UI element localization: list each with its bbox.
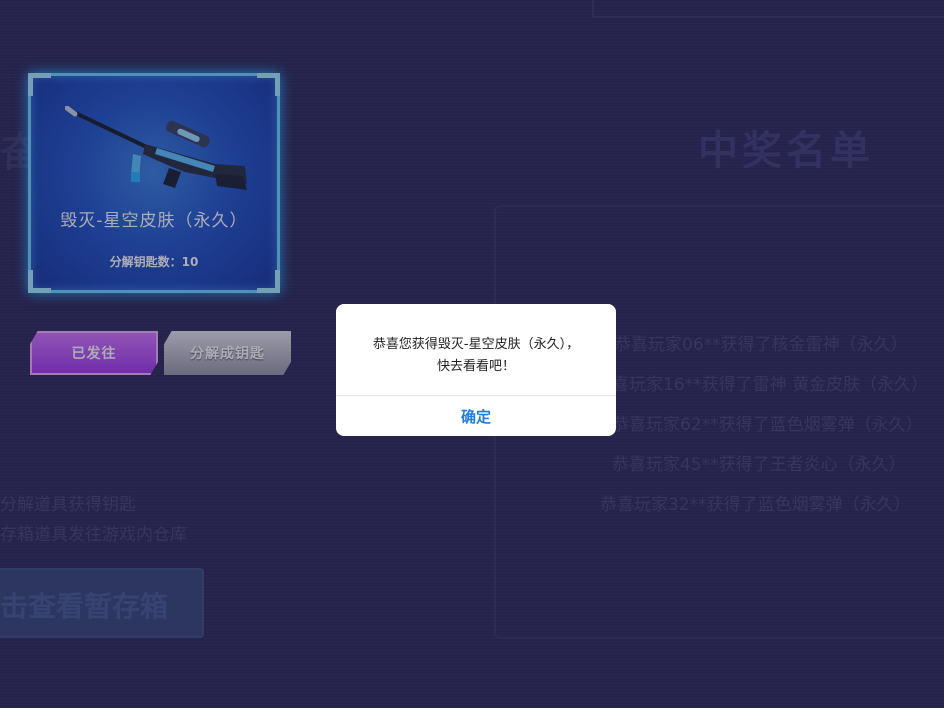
card-corner [257, 73, 280, 96]
prize-item-name: 毁灭-星空皮肤（永久） [60, 211, 248, 231]
dialog-message-line1: 恭喜您获得毁灭-星空皮肤（永久）， [372, 337, 580, 352]
winner-row: 恭喜玩家45**获得了王者炎心（永久） [612, 455, 906, 475]
dialog-message-line2: 快去看看吧！ [436, 359, 515, 374]
winner-row: 恭喜玩家06**获得了核金雷神（永久） [614, 335, 908, 355]
winner-row: 恭喜玩家32**获得了蓝色烟雾弹（永久） [600, 495, 911, 515]
sent-button[interactable]: 已发往 [30, 331, 158, 375]
sniper-rifle-icon [65, 106, 247, 190]
winner-row: 恭喜玩家62**获得了蓝色烟雾弹（永久） [612, 415, 923, 435]
prize-card: 毁灭-星空皮肤（永久） 分解钥匙数：10 [28, 73, 280, 293]
rule-line: 存箱道具发往游戏内仓库 [0, 525, 187, 545]
view-storage-label: 击查看暂存箱 [0, 590, 169, 623]
winner-list-title: 中奖名单 [698, 128, 874, 174]
card-corner [257, 270, 280, 293]
top-frame [592, 0, 944, 18]
ok-button[interactable]: 确定 [336, 396, 616, 436]
rule-line: 分解道具获得钥匙 [0, 495, 136, 515]
winner-row: 喜玩家16**获得了雷神 黄金皮肤（永久） [612, 375, 929, 395]
congrats-dialog: 恭喜您获得毁灭-星空皮肤（永久）， 快去看看吧！ 确定 [336, 304, 616, 436]
card-corner [28, 73, 51, 96]
key-count-text: 分解钥匙数：10 [109, 255, 199, 269]
decompose-button[interactable]: 分解成钥匙 [164, 331, 291, 375]
card-corner [28, 270, 51, 293]
dialog-message: 恭喜您获得毁灭-星空皮肤（永久）， 快去看看吧！ [336, 304, 616, 394]
